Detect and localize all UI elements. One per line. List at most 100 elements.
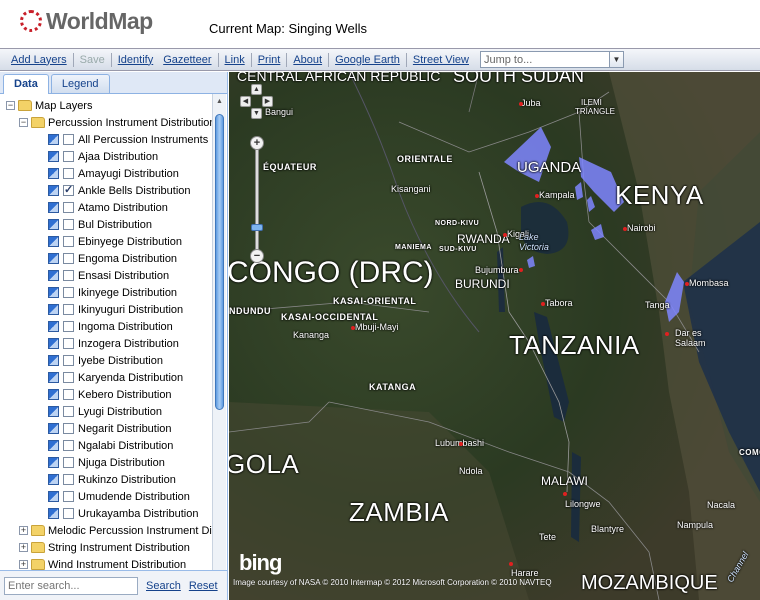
tab-data[interactable]: Data [3, 74, 49, 94]
layer-row[interactable]: Lyugi Distribution [0, 403, 212, 420]
tree-folder-row[interactable]: + String Instrument Distribution [0, 539, 212, 556]
layer-checkbox[interactable] [63, 440, 74, 451]
gazetteer-button[interactable]: Gazetteer [158, 54, 216, 66]
layer-checkbox[interactable] [63, 287, 74, 298]
layer-checkbox[interactable] [63, 202, 74, 213]
layer-checkbox[interactable] [63, 372, 74, 383]
layer-row[interactable]: Ngalabi Distribution [0, 437, 212, 454]
toolbar-separator [328, 52, 330, 67]
layer-row[interactable]: Ajaa Distribution [0, 148, 212, 165]
layer-row[interactable]: Bul Distribution [0, 216, 212, 233]
layer-label: Amayugi Distribution [78, 167, 179, 180]
layer-checkbox[interactable] [63, 253, 74, 264]
bing-logo: bing [239, 550, 282, 575]
layer-row[interactable]: Kebero Distribution [0, 386, 212, 403]
scroll-up-icon[interactable]: ▲ [214, 96, 225, 107]
layer-row[interactable]: Atamo Distribution [0, 199, 212, 216]
reset-button[interactable]: Reset [189, 580, 218, 592]
collapse-icon[interactable]: − [19, 118, 28, 127]
google-earth-button[interactable]: Google Earth [330, 54, 405, 66]
layer-checkbox[interactable] [63, 236, 74, 247]
pan-up-icon[interactable]: ▲ [251, 84, 262, 95]
layer-checkbox[interactable] [63, 355, 74, 366]
expand-icon[interactable]: + [19, 560, 28, 569]
layer-checkbox[interactable] [63, 219, 74, 230]
zoom-slider-track[interactable] [255, 142, 259, 252]
layer-row[interactable]: Ensasi Distribution [0, 267, 212, 284]
zoom-slider-thumb[interactable] [251, 224, 263, 231]
layer-row[interactable]: Ikinyege Distribution [0, 284, 212, 301]
tree-folder-row[interactable]: + Melodic Percussion Instrument Distrib [0, 522, 212, 539]
tree-scrollbar[interactable]: ▲ ▼ [212, 94, 226, 582]
layer-row[interactable]: Iyebe Distribution [0, 352, 212, 369]
map-city-label: Harare [511, 568, 539, 578]
map-city-label: Mombasa [689, 278, 729, 288]
zoom-in-icon[interactable]: + [250, 136, 264, 150]
layer-checkbox[interactable] [63, 474, 74, 485]
search-button[interactable]: Search [146, 580, 181, 592]
layer-row[interactable]: Amayugi Distribution [0, 165, 212, 182]
city-marker-icon [519, 102, 523, 106]
layer-checkbox[interactable] [63, 508, 74, 519]
tab-legend[interactable]: Legend [50, 74, 110, 93]
print-button[interactable]: Print [253, 54, 286, 66]
pan-left-icon[interactable]: ◀ [240, 96, 251, 107]
layer-row[interactable]: Urukayamba Distribution [0, 505, 212, 522]
layer-row[interactable]: Negarit Distribution [0, 420, 212, 437]
layer-row[interactable]: Umudende Distribution [0, 488, 212, 505]
tree-root-row[interactable]: − Map Layers [0, 97, 212, 114]
map-city-label: Tabora [545, 298, 573, 308]
jump-to-select[interactable]: Jump to... ▼ [479, 51, 624, 68]
layer-row[interactable]: Karyenda Distribution [0, 369, 212, 386]
layer-checkbox[interactable] [63, 151, 74, 162]
street-view-button[interactable]: Street View [408, 54, 474, 66]
scrollbar-thumb[interactable] [215, 114, 224, 410]
layer-checkbox[interactable] [63, 304, 74, 315]
layer-checkbox[interactable] [63, 270, 74, 281]
layer-checkbox[interactable] [63, 134, 74, 145]
layer-row[interactable]: Ankle Bells Distribution [0, 182, 212, 199]
layer-checkbox[interactable] [63, 321, 74, 332]
layer-checkbox[interactable] [63, 457, 74, 468]
map-city-label: Kampala [539, 190, 575, 200]
layer-row[interactable]: Ebinyege Distribution [0, 233, 212, 250]
map-view[interactable]: CENTRAL AFRICAN REPUBLIC SOUTH SUDAN UGA… [229, 72, 760, 600]
layer-row[interactable]: All Percussion Instruments [0, 131, 212, 148]
map-city-label: Tete [539, 532, 557, 542]
layer-checkbox[interactable] [63, 168, 74, 179]
save-button[interactable]: Save [75, 54, 110, 66]
tree-folder-label: Map Layers [35, 99, 93, 112]
pan-down-icon[interactable]: ▼ [251, 108, 262, 119]
layer-checkbox[interactable] [63, 491, 74, 502]
chevron-down-icon[interactable]: ▼ [608, 52, 623, 67]
expand-icon[interactable]: + [19, 543, 28, 552]
layer-row[interactable]: Engoma Distribution [0, 250, 212, 267]
layer-icon [48, 270, 59, 281]
tree-group-row[interactable]: − Percussion Instrument Distribution [0, 114, 212, 131]
add-layers-button[interactable]: Add Layers [6, 54, 72, 66]
identify-button[interactable]: Identify [113, 54, 158, 66]
layer-row[interactable]: Njuga Distribution [0, 454, 212, 471]
layer-search-input[interactable] [4, 576, 138, 595]
layer-checkbox[interactable] [63, 389, 74, 400]
layer-row[interactable]: Ikinyuguri Distribution [0, 301, 212, 318]
tree-folder-label: Melodic Percussion Instrument Distrib [48, 524, 212, 537]
layer-row[interactable]: Ingoma Distribution [0, 318, 212, 335]
layer-row[interactable]: Rukinzo Distribution [0, 471, 212, 488]
expand-icon[interactable]: + [19, 526, 28, 535]
zoom-out-icon[interactable]: − [250, 249, 264, 263]
layer-label: Njuga Distribution [78, 456, 165, 469]
layer-checkbox[interactable] [63, 338, 74, 349]
link-button[interactable]: Link [220, 54, 250, 66]
toolbar-separator [217, 52, 219, 67]
worldmap-logo[interactable]: WorldMap [20, 7, 153, 35]
layer-checkbox[interactable] [63, 423, 74, 434]
map-toolbar: Add Layers Save Identify Gazetteer Link … [0, 48, 760, 71]
about-button[interactable]: About [288, 54, 327, 66]
pan-right-icon[interactable]: ▶ [262, 96, 273, 107]
map-city-label: Nairobi [627, 223, 656, 233]
layer-checkbox[interactable] [63, 183, 74, 196]
collapse-icon[interactable]: − [6, 101, 15, 110]
layer-checkbox[interactable] [63, 406, 74, 417]
layer-row[interactable]: Inzogera Distribution [0, 335, 212, 352]
